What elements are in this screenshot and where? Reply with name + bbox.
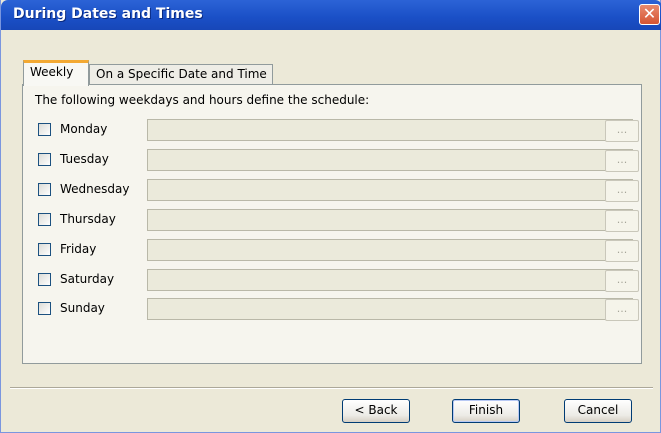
friday-label: Friday [60,242,97,256]
window-title: During Dates and Times [13,6,203,22]
intro-text: The following weekdays and hours define … [35,93,370,107]
friday-checkbox[interactable] [38,243,51,256]
sunday-browse-button[interactable]: ... [605,299,639,321]
tuesday-browse-button[interactable]: ... [605,150,639,172]
thursday-checkbox[interactable] [38,213,51,226]
tuesday-hours-field[interactable] [147,149,633,171]
tab-specific-date[interactable]: On a Specific Date and Time [89,64,273,85]
finish-button[interactable]: Finish [452,399,520,423]
wednesday-checkbox[interactable] [38,183,51,196]
sunday-checkbox[interactable] [38,302,51,315]
tab-label: Weekly [30,65,74,79]
title-bar[interactable]: During Dates and Times ✕ [1,0,661,30]
monday-browse-button[interactable]: ... [605,120,639,142]
thursday-hours-field[interactable] [147,209,633,231]
saturday-browse-button[interactable]: ... [605,270,639,292]
day-row-saturday: Saturday ... [35,269,645,292]
tuesday-checkbox[interactable] [38,153,51,166]
monday-checkbox[interactable] [38,123,51,136]
wednesday-browse-button[interactable]: ... [605,180,639,202]
saturday-label: Saturday [60,272,115,286]
monday-hours-field[interactable] [147,119,633,141]
day-row-wednesday: Wednesday ... [35,179,645,202]
cancel-button[interactable]: Cancel [564,399,632,423]
tuesday-label: Tuesday [60,152,109,166]
tab-label: On a Specific Date and Time [96,67,267,81]
dialog-window: During Dates and Times ✕ Weekly On a Spe… [0,0,661,433]
close-icon: ✕ [642,4,657,23]
saturday-checkbox[interactable] [38,273,51,286]
friday-browse-button[interactable]: ... [605,240,639,262]
sunday-label: Sunday [60,301,105,315]
day-row-thursday: Thursday ... [35,209,645,232]
day-row-tuesday: Tuesday ... [35,149,645,172]
day-row-sunday: Sunday ... [35,298,645,321]
day-row-friday: Friday ... [35,239,645,262]
monday-label: Monday [60,122,108,136]
wednesday-hours-field[interactable] [147,179,633,201]
tab-weekly[interactable]: Weekly [23,60,89,86]
sunday-hours-field[interactable] [147,298,633,320]
close-button[interactable]: ✕ [639,4,660,25]
footer-divider [10,387,653,389]
friday-hours-field[interactable] [147,239,633,261]
day-row-monday: Monday ... [35,119,645,142]
back-button[interactable]: < Back [342,399,410,423]
wednesday-label: Wednesday [60,182,130,196]
thursday-browse-button[interactable]: ... [605,210,639,232]
thursday-label: Thursday [60,212,116,226]
saturday-hours-field[interactable] [147,269,633,291]
